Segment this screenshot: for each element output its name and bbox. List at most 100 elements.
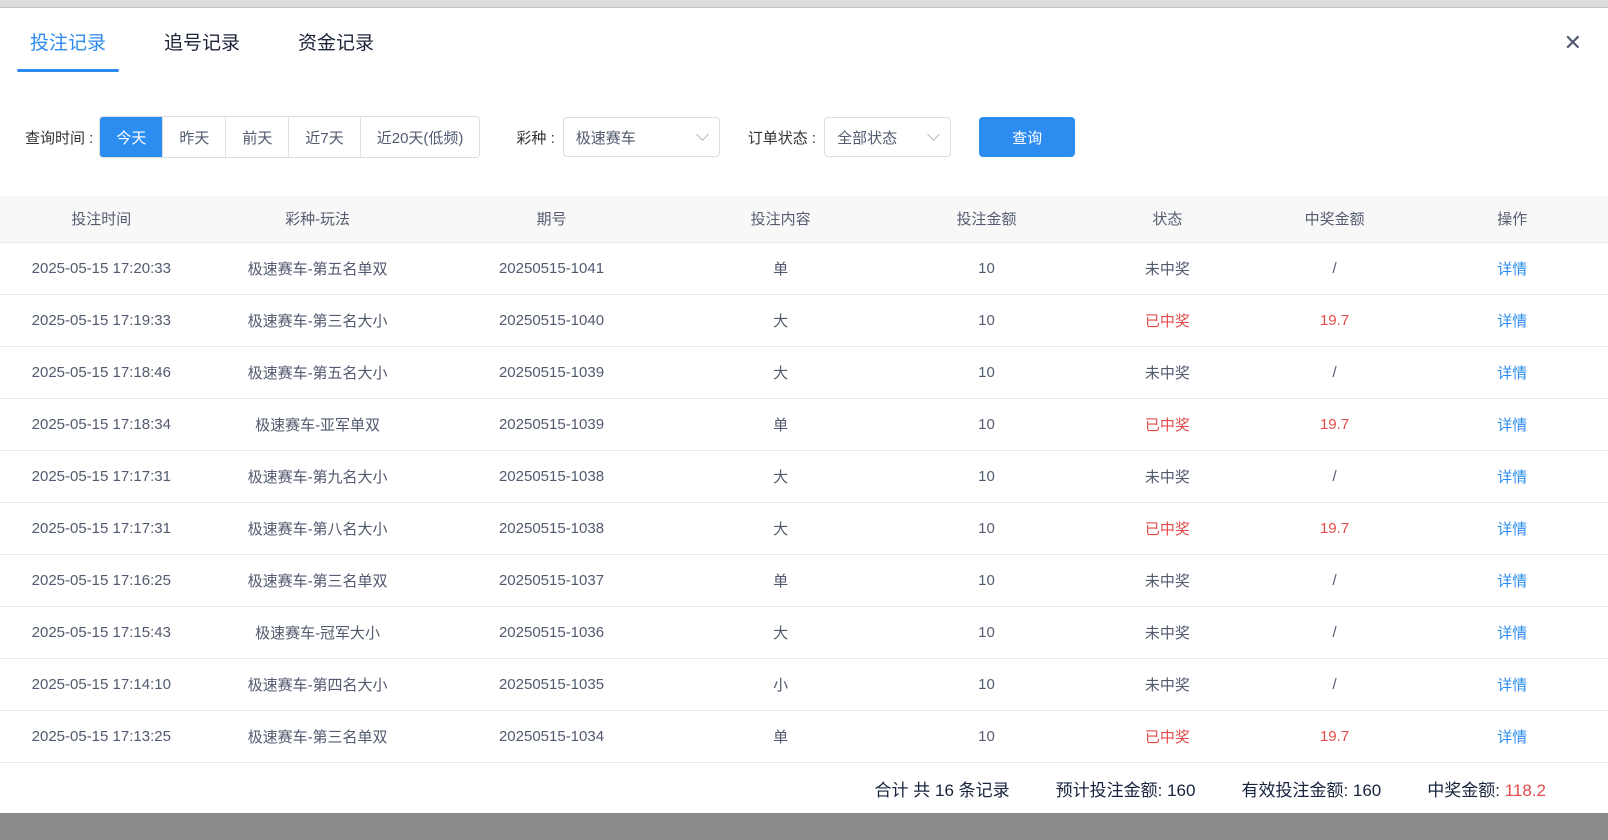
- time-filter-last-7-days[interactable]: 近7天: [288, 117, 359, 157]
- cell-bet-time: 2025-05-15 17:20:33: [0, 242, 203, 294]
- cell-prize-amount: 19.7: [1253, 710, 1417, 762]
- cell-action: 详情: [1417, 242, 1608, 294]
- tab-chase-records[interactable]: 追号记录: [151, 8, 253, 74]
- column-header: 投注时间: [0, 196, 203, 242]
- summary-total: 合计 共 16 条记录: [875, 776, 1010, 801]
- cell-game-play: 极速赛车-亚军单双: [203, 398, 433, 450]
- betting-records-modal: 投注记录追号记录资金记录 ✕ 查询时间 : 今天昨天前天近7天近20天(低频) …: [0, 8, 1608, 813]
- cell-action: 详情: [1417, 710, 1608, 762]
- cell-action: 详情: [1417, 502, 1608, 554]
- detail-link[interactable]: 详情: [1497, 469, 1527, 486]
- cell-issue-number: 20250515-1038: [433, 502, 671, 554]
- order-status-label: 订单状态 :: [748, 127, 816, 148]
- cell-bet-content: 单: [671, 398, 891, 450]
- cell-action: 详情: [1417, 294, 1608, 346]
- summary-expected-amount: 预计投注金额: 160: [1056, 776, 1196, 801]
- column-header: 投注内容: [671, 196, 891, 242]
- cell-prize-amount: /: [1253, 242, 1417, 294]
- cell-issue-number: 20250515-1038: [433, 450, 671, 502]
- detail-link[interactable]: 详情: [1497, 313, 1527, 330]
- summary-prize-value: 118.2: [1505, 781, 1546, 800]
- time-filter-group: 今天昨天前天近7天近20天(低频): [99, 116, 480, 158]
- time-filter-day-before[interactable]: 前天: [225, 117, 288, 157]
- close-icon[interactable]: ✕: [1564, 32, 1582, 54]
- tabs-bar: 投注记录追号记录资金记录 ✕: [0, 8, 1608, 74]
- filter-row: 查询时间 : 今天昨天前天近7天近20天(低频) 彩种 : 极速赛车 订单状态 …: [0, 116, 1608, 158]
- table-row: 2025-05-15 17:16:25极速赛车-第三名单双20250515-10…: [0, 554, 1608, 606]
- cell-status: 已中奖: [1082, 502, 1252, 554]
- cell-bet-content: 大: [671, 346, 891, 398]
- lottery-select[interactable]: 极速赛车: [563, 117, 720, 157]
- cell-issue-number: 20250515-1041: [433, 242, 671, 294]
- detail-link[interactable]: 详情: [1497, 729, 1527, 746]
- cell-bet-time: 2025-05-15 17:15:43: [0, 606, 203, 658]
- cell-bet-amount: 10: [891, 242, 1082, 294]
- detail-link[interactable]: 详情: [1497, 365, 1527, 382]
- cell-bet-time: 2025-05-15 17:13:25: [0, 710, 203, 762]
- cell-bet-time: 2025-05-15 17:18:34: [0, 398, 203, 450]
- table-row: 2025-05-15 17:20:33极速赛车-第五名单双20250515-10…: [0, 242, 1608, 294]
- chevron-down-icon: [927, 128, 940, 141]
- cell-game-play: 极速赛车-第四名大小: [203, 658, 433, 710]
- table-row: 2025-05-15 17:15:43极速赛车-冠军大小20250515-103…: [0, 606, 1608, 658]
- order-status-select[interactable]: 全部状态: [824, 117, 951, 157]
- detail-link[interactable]: 详情: [1497, 677, 1527, 694]
- records-table: 投注时间彩种-玩法期号投注内容投注金额状态中奖金额操作 2025-05-15 1…: [0, 196, 1608, 763]
- cell-action: 详情: [1417, 346, 1608, 398]
- cell-action: 详情: [1417, 398, 1608, 450]
- detail-link[interactable]: 详情: [1497, 625, 1527, 642]
- summary-prize-label: 中奖金额:: [1427, 781, 1504, 800]
- cell-game-play: 极速赛车-第九名大小: [203, 450, 433, 502]
- detail-link[interactable]: 详情: [1497, 573, 1527, 590]
- cell-prize-amount: 19.7: [1253, 294, 1417, 346]
- cell-bet-time: 2025-05-15 17:19:33: [0, 294, 203, 346]
- order-status-select-value: 全部状态: [837, 127, 897, 148]
- column-header: 期号: [433, 196, 671, 242]
- detail-link[interactable]: 详情: [1497, 417, 1527, 434]
- cell-game-play: 极速赛车-第八名大小: [203, 502, 433, 554]
- table-row: 2025-05-15 17:18:34极速赛车-亚军单双20250515-103…: [0, 398, 1608, 450]
- tab-fund-records[interactable]: 资金记录: [285, 8, 387, 74]
- table-header-row: 投注时间彩种-玩法期号投注内容投注金额状态中奖金额操作: [0, 196, 1608, 242]
- cell-game-play: 极速赛车-第三名单双: [203, 710, 433, 762]
- table-row: 2025-05-15 17:18:46极速赛车-第五名大小20250515-10…: [0, 346, 1608, 398]
- detail-link[interactable]: 详情: [1497, 261, 1527, 278]
- cell-prize-amount: /: [1253, 346, 1417, 398]
- tabs: 投注记录追号记录资金记录: [17, 8, 419, 74]
- cell-bet-time: 2025-05-15 17:16:25: [0, 554, 203, 606]
- table-row: 2025-05-15 17:19:33极速赛车-第三名大小20250515-10…: [0, 294, 1608, 346]
- cell-issue-number: 20250515-1036: [433, 606, 671, 658]
- cell-bet-content: 单: [671, 710, 891, 762]
- cell-issue-number: 20250515-1040: [433, 294, 671, 346]
- chevron-down-icon: [696, 128, 709, 141]
- cell-bet-content: 大: [671, 450, 891, 502]
- time-filter-yesterday[interactable]: 昨天: [162, 117, 225, 157]
- cell-status: 未中奖: [1082, 346, 1252, 398]
- cell-issue-number: 20250515-1039: [433, 346, 671, 398]
- time-filter-last-20-days[interactable]: 近20天(低频): [360, 117, 480, 157]
- cell-game-play: 极速赛车-第三名大小: [203, 294, 433, 346]
- cell-game-play: 极速赛车-第三名单双: [203, 554, 433, 606]
- column-header: 彩种-玩法: [203, 196, 433, 242]
- cell-bet-time: 2025-05-15 17:17:31: [0, 502, 203, 554]
- summary-bar: 合计 共 16 条记录 预计投注金额: 160 有效投注金额: 160 中奖金额…: [0, 763, 1608, 815]
- table-row: 2025-05-15 17:14:10极速赛车-第四名大小20250515-10…: [0, 658, 1608, 710]
- cell-bet-content: 大: [671, 502, 891, 554]
- cell-bet-content: 大: [671, 606, 891, 658]
- cell-status: 未中奖: [1082, 658, 1252, 710]
- tab-betting-records[interactable]: 投注记录: [17, 8, 119, 74]
- cell-prize-amount: /: [1253, 606, 1417, 658]
- cell-prize-amount: /: [1253, 450, 1417, 502]
- table-row: 2025-05-15 17:17:31极速赛车-第八名大小20250515-10…: [0, 502, 1608, 554]
- detail-link[interactable]: 详情: [1497, 521, 1527, 538]
- cell-bet-amount: 10: [891, 450, 1082, 502]
- cell-bet-amount: 10: [891, 502, 1082, 554]
- cell-bet-content: 大: [671, 294, 891, 346]
- cell-bet-amount: 10: [891, 606, 1082, 658]
- cell-status: 未中奖: [1082, 554, 1252, 606]
- query-button[interactable]: 查询: [979, 117, 1075, 157]
- cell-bet-amount: 10: [891, 346, 1082, 398]
- cell-status: 未中奖: [1082, 450, 1252, 502]
- lottery-select-value: 极速赛车: [576, 127, 636, 148]
- time-filter-today[interactable]: 今天: [100, 117, 162, 157]
